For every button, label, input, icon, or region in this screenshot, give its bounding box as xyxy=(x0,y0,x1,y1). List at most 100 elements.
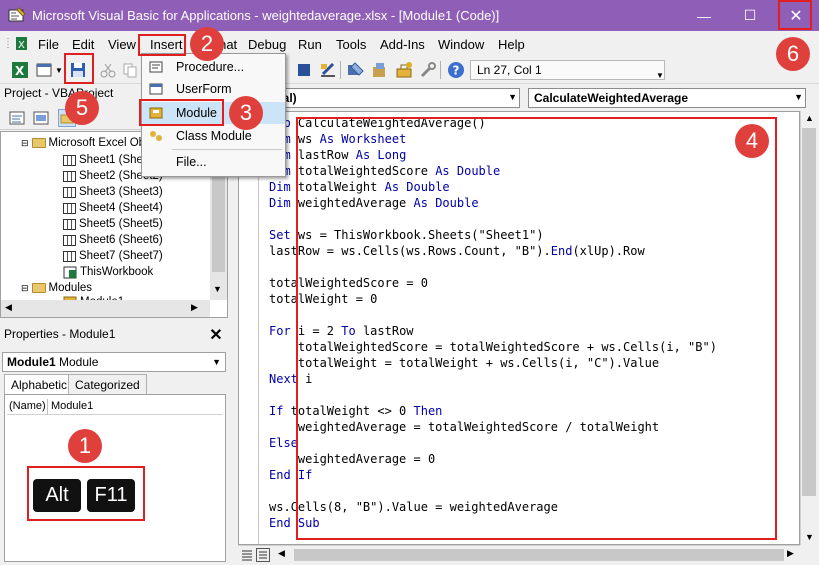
tree-label: Sheet6 (Sheet6) xyxy=(79,234,163,246)
tree-node-sheet3[interactable]: Sheet3 (Sheet3) xyxy=(63,184,163,200)
project-explorer-icon xyxy=(321,62,335,77)
toolbar-overflow-icon[interactable]: ▼ xyxy=(656,71,664,80)
close-button-highlight xyxy=(778,0,812,30)
view-object-button[interactable] xyxy=(32,109,50,127)
worksheet-icon xyxy=(63,218,76,230)
chevron-down-icon: ▼ xyxy=(212,357,221,367)
design-mode-icon xyxy=(298,64,310,76)
userform-icon xyxy=(36,63,52,77)
scroll-right-icon[interactable]: ▶ xyxy=(191,302,198,313)
tree-node-sheet5[interactable]: Sheet5 (Sheet5) xyxy=(63,216,163,232)
procedure-view-button[interactable] xyxy=(240,548,254,562)
svg-text:?: ? xyxy=(453,64,460,78)
step-badge-4: 4 xyxy=(735,124,769,158)
menu-item-userform[interactable]: UserForm xyxy=(142,78,285,100)
collapse-icon: ⊟ xyxy=(21,137,29,148)
maximize-button[interactable]: ☐ xyxy=(727,0,773,31)
menu-tools[interactable]: Tools xyxy=(336,37,366,52)
svg-text:X: X xyxy=(15,64,25,78)
class-module-icon xyxy=(148,129,164,143)
project-explorer-button[interactable] xyxy=(318,60,338,80)
view-excel-button[interactable]: X xyxy=(10,60,30,80)
properties-title: Properties - Module1 xyxy=(4,327,116,341)
h-scroll-thumb[interactable] xyxy=(294,549,784,561)
worksheet-icon xyxy=(63,250,76,262)
help-icon: ? xyxy=(448,62,464,78)
insert-userform-button[interactable] xyxy=(34,60,54,80)
scroll-up-icon[interactable]: ▲ xyxy=(805,113,814,123)
project-tree-hscrollbar[interactable]: ◀ ▶ xyxy=(1,300,210,317)
full-module-view-button[interactable] xyxy=(256,548,270,562)
tree-label: Modules xyxy=(48,282,93,294)
chevron-down-icon: ▼ xyxy=(794,92,803,102)
menu-add-ins[interactable]: Add-Ins xyxy=(380,37,425,52)
menu-help[interactable]: Help xyxy=(498,37,525,52)
tree-node-sheet6[interactable]: Sheet6 (Sheet6) xyxy=(63,232,163,248)
dropdown-arrow-icon[interactable]: ▼ xyxy=(54,60,64,80)
menu-item-label: File... xyxy=(176,155,207,169)
tree-node-thisworkbook[interactable]: ThisWorkbook xyxy=(63,264,153,280)
properties-window-button[interactable] xyxy=(346,60,366,80)
menu-grip: X xyxy=(6,36,28,52)
procedure-combo[interactable]: CalculateWeightedAverage ▼ xyxy=(528,88,806,108)
scroll-right-icon[interactable]: ▶ xyxy=(787,548,794,559)
scroll-down-icon[interactable]: ▼ xyxy=(213,284,222,294)
view-code-button[interactable] xyxy=(8,109,26,127)
design-mode-button[interactable] xyxy=(294,60,314,80)
folder-icon xyxy=(31,283,46,293)
tree-node-modules[interactable]: ⊟ Modules xyxy=(21,280,92,296)
project-explorer-title: Project - VBAProject xyxy=(4,86,114,100)
tab-label: Alphabetic xyxy=(11,378,68,392)
shortcut-keys-highlight: Alt F11 xyxy=(27,466,145,521)
menu-run[interactable]: Run xyxy=(298,37,322,52)
menu-item-class-module[interactable]: Class Module xyxy=(142,125,285,147)
menu-view[interactable]: View xyxy=(108,37,136,52)
properties-object-select[interactable]: Module1 Module ▼ xyxy=(2,352,226,372)
step-badge-6: 6 xyxy=(776,37,810,71)
code-hscrollbar[interactable]: ◀ ▶ xyxy=(238,545,800,564)
minimize-button[interactable]: — xyxy=(681,0,727,31)
scroll-left-icon[interactable]: ◀ xyxy=(278,548,285,559)
code-line[interactable]: Else xyxy=(269,436,298,452)
tab-categorized[interactable]: Categorized xyxy=(68,374,147,394)
key-label: Alt xyxy=(45,484,69,506)
excel-icon: X xyxy=(12,62,28,78)
view-code-icon xyxy=(9,111,25,125)
menu-window[interactable]: Window xyxy=(438,37,484,52)
tools-button[interactable] xyxy=(418,60,438,80)
tree-label: Sheet5 (Sheet5) xyxy=(79,218,163,230)
menu-debug[interactable]: Debug xyxy=(248,37,286,52)
property-value: Module1 xyxy=(51,400,94,412)
f11-key: F11 xyxy=(87,479,135,512)
window-title: Microsoft Visual Basic for Applications … xyxy=(32,8,500,23)
maximize-icon: ☐ xyxy=(743,7,757,23)
step-badge-1: 1 xyxy=(68,429,102,463)
tree-node-sheet7[interactable]: Sheet7 (Sheet7) xyxy=(63,248,163,264)
vba-app-icon xyxy=(8,7,26,22)
property-row[interactable]: (Name) Module1 xyxy=(7,399,223,415)
copy-button[interactable] xyxy=(120,60,140,80)
menu-file[interactable]: File xyxy=(38,37,59,52)
menu-edit[interactable]: Edit xyxy=(72,37,94,52)
worksheet-icon xyxy=(63,154,76,166)
tree-node-sheet4[interactable]: Sheet4 (Sheet4) xyxy=(63,200,163,216)
object-browser-button[interactable] xyxy=(370,60,390,80)
tab-alphabetic[interactable]: Alphabetic xyxy=(4,374,75,394)
minimize-icon: — xyxy=(697,7,711,24)
menu-item-file[interactable]: File... xyxy=(142,151,285,173)
excel-mini-icon: X xyxy=(7,37,27,51)
help-button[interactable]: ? xyxy=(446,60,466,80)
toolbox-button[interactable] xyxy=(394,60,414,80)
code-highlight xyxy=(296,117,777,540)
worksheet-icon xyxy=(63,186,76,198)
cut-button[interactable] xyxy=(98,60,118,80)
scroll-left-icon[interactable]: ◀ xyxy=(5,302,12,313)
properties-icon xyxy=(348,62,364,76)
scroll-down-icon[interactable]: ▼ xyxy=(805,532,814,542)
title-bar: Microsoft Visual Basic for Applications … xyxy=(0,0,819,31)
code-scroll-thumb[interactable] xyxy=(802,128,816,496)
scroll-thumb[interactable] xyxy=(212,162,225,272)
object-browser-icon xyxy=(373,63,385,77)
properties-close-button[interactable]: ✕ xyxy=(206,326,226,344)
cursor-position-indicator: Ln 27, Col 1 xyxy=(470,60,665,80)
